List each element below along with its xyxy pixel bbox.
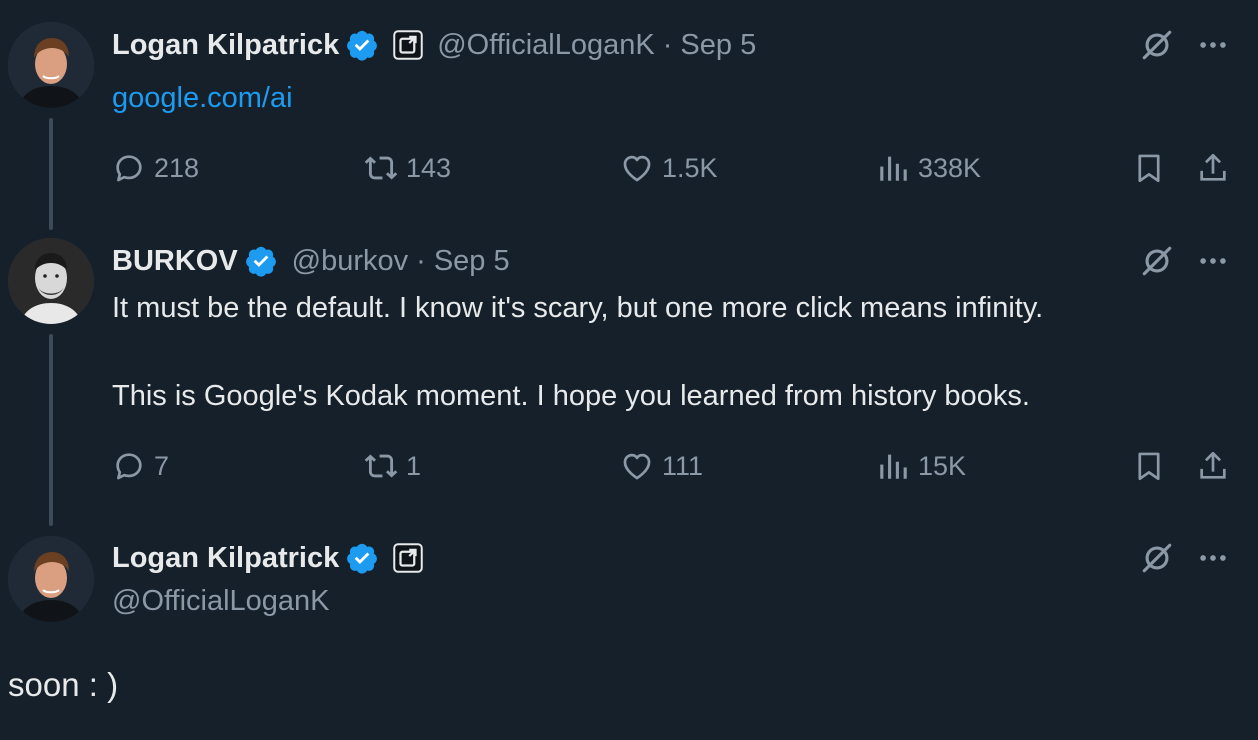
reply-button[interactable]: 218 [112,148,199,188]
reply-count: 7 [154,450,170,481]
avatar-burkov-image [8,238,94,324]
repost-count: 143 [406,152,452,183]
repost-count: 1 [406,450,422,481]
like-count: 111 [662,450,704,481]
tweet-header: Logan Kilpatrick @OfficialLoganK · Sep 5 [112,25,756,65]
tweet-header: Logan Kilpatrick [112,538,423,578]
views-count: 338K [918,152,982,183]
share-button[interactable] [1196,446,1230,486]
separator-dot: · [662,28,673,61]
more-icon[interactable] [1196,28,1230,62]
bookmark-button[interactable] [1132,446,1166,486]
avatar-logan-image [8,22,94,108]
tweet-date[interactable]: Sep 5 [680,29,756,62]
author-name[interactable]: Logan Kilpatrick [112,29,339,62]
author-name[interactable]: BURKOV [112,245,238,278]
tweet-top-icons [1140,538,1230,578]
tweet-actions: 218 143 1.5K 338K [112,148,1234,188]
views-button[interactable]: 15K [876,446,966,486]
tweet-actions: 7 1 111 15K [112,446,1234,486]
tweet-header: BURKOV @burkov · Sep 5 [112,241,510,281]
avatar[interactable] [8,238,94,324]
views-icon [876,151,910,185]
affiliation-badge-icon[interactable] [393,30,423,60]
heart-icon [620,449,654,483]
author-handle[interactable]: @burkov [292,245,408,278]
repost-button[interactable]: 143 [364,148,451,188]
share-icon [1196,449,1230,483]
tweet-text-line-2: This is Google's Kodak moment. I hope yo… [112,380,1030,412]
author-name[interactable]: Logan Kilpatrick [112,542,339,575]
tweet-link[interactable]: google.com/ai [112,82,293,115]
grok-icon[interactable] [1140,244,1174,278]
repost-icon [364,151,398,185]
verified-badge-icon[interactable] [244,244,278,278]
more-icon[interactable] [1196,541,1230,575]
repost-button[interactable]: 1 [364,446,421,486]
reply-button[interactable]: 7 [112,446,169,486]
views-count: 15K [918,450,967,481]
tweet-top-icons [1140,241,1230,281]
reply-icon [112,151,146,185]
tweet-text: soon : ) [8,666,119,703]
like-count: 1.5K [662,152,718,183]
thread-line [49,334,53,526]
avatar[interactable] [8,536,94,622]
share-icon [1196,151,1230,185]
reply-icon [112,449,146,483]
thread-line [49,118,53,230]
repost-icon [364,449,398,483]
bookmark-icon [1132,151,1166,185]
grok-icon[interactable] [1140,541,1174,575]
like-button[interactable]: 111 [620,446,703,486]
tweet-date[interactable]: Sep 5 [434,245,510,278]
grok-icon[interactable] [1140,28,1174,62]
author-handle[interactable]: @OfficialLoganK [112,585,330,618]
avatar[interactable] [8,22,94,108]
tweet-top-icons [1140,25,1230,65]
more-icon[interactable] [1196,244,1230,278]
bookmark-icon [1132,449,1166,483]
author-handle[interactable]: @OfficialLoganK [437,29,655,62]
verified-badge-icon[interactable] [345,28,379,62]
separator-dot: · [416,244,426,277]
tweet-text-line-1: It must be the default. I know it's scar… [112,292,1044,324]
avatar-logan-image [8,536,94,622]
bookmark-button[interactable] [1132,148,1166,188]
share-button[interactable] [1196,148,1230,188]
heart-icon [620,151,654,185]
views-button[interactable]: 338K [876,148,981,188]
verified-badge-icon[interactable] [345,541,379,575]
reply-count: 218 [154,152,200,183]
like-button[interactable]: 1.5K [620,148,718,188]
affiliation-badge-icon[interactable] [393,543,423,573]
views-icon [876,449,910,483]
